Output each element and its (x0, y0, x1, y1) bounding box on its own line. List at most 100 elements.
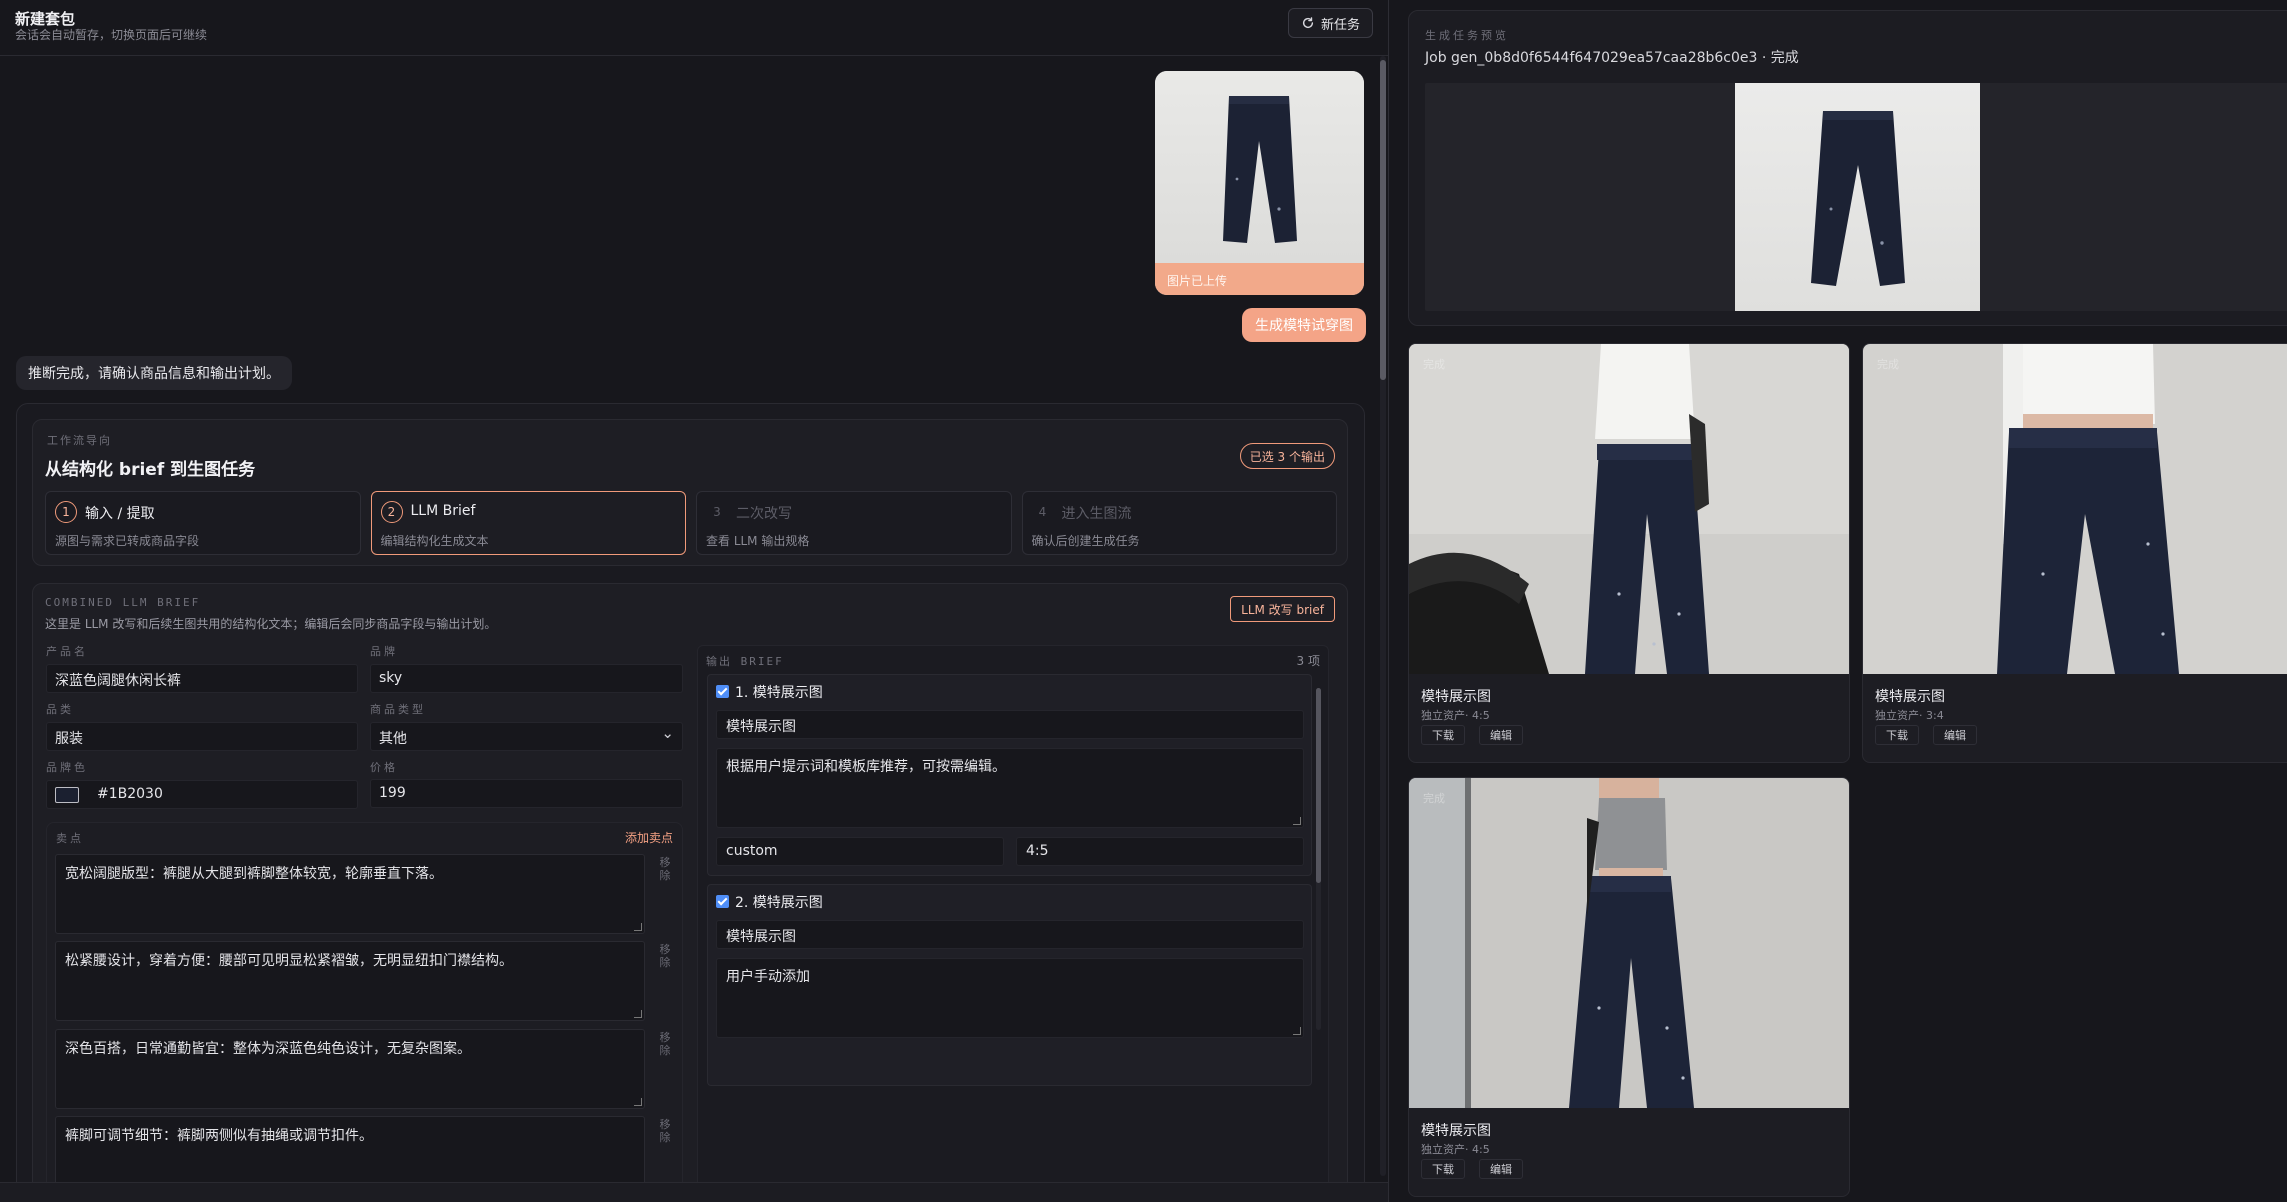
category-input[interactable]: 服装 (46, 722, 358, 751)
workflow-panel: 工作流导向 从结构化 brief 到生图任务 已选 3 个输出 1 输入 / 提… (32, 419, 1348, 566)
remove-selling-point-button[interactable]: 移除 (658, 856, 672, 882)
remove-selling-point-button[interactable]: 移除 (658, 943, 672, 969)
output-list-scrollbar[interactable] (1316, 688, 1321, 1030)
page-subtitle: 会话会自动暂存，切换页面后可继续 (15, 28, 208, 42)
brand-color-label: 品牌色 (46, 761, 88, 774)
step-input-extract[interactable]: 1 输入 / 提取 源图与需求已转成商品字段 (45, 491, 361, 555)
step-llm-brief[interactable]: 2 LLM Brief 编辑结构化生成文本 (370, 491, 686, 555)
output-item-title: 1. 模特展示图 (735, 685, 823, 701)
llm-rewrite-brief-button[interactable]: LLM 改写 brief (1230, 596, 1335, 622)
output-item: 1. 模特展示图 模特展示图 根据用户提示词和模板库推荐，可按需编辑。 cust… (707, 674, 1312, 876)
result-status-tag: 完成 (1423, 792, 1445, 805)
workflow-title: 从结构化 brief 到生图任务 (45, 460, 256, 480)
step-desc: 编辑结构化生成文本 (380, 534, 489, 548)
product-name-input[interactable]: 深蓝色阔腿休闲长裤 (46, 664, 358, 693)
chat-scrollbar-thumb[interactable] (1380, 60, 1386, 380)
preview-kicker: 生成任务预览 (1425, 29, 1509, 42)
edit-button[interactable]: 编辑 (1479, 1159, 1523, 1179)
edit-button[interactable]: 编辑 (1479, 725, 1523, 745)
upload-status: 图片已上传 (1155, 263, 1364, 295)
selected-outputs-badge: 已选 3 个输出 (1239, 443, 1335, 469)
remove-selling-point-button[interactable]: 移除 (658, 1031, 672, 1057)
step-rewrite[interactable]: 3 二次改写 查看 LLM 输出规格 (696, 491, 1012, 555)
chat-pane: 新建套包 会话会自动暂存，切换页面后可继续 新任务 图片已上传 生成模特试穿图 … (0, 0, 1388, 1202)
result-status-tag: 完成 (1877, 358, 1899, 371)
selling-point-textarea[interactable]: 宽松阔腿版型：裤腿从大腿到裤脚整体较宽，轮廓垂直下落。 (55, 854, 645, 934)
edit-button[interactable]: 编辑 (1933, 725, 1977, 745)
composer-edge (0, 1182, 1388, 1202)
output-name-input[interactable]: 模特展示图 (716, 710, 1304, 739)
result-status-tag: 完成 (1423, 358, 1445, 371)
result-card[interactable]: 完成 模特展示图 独立资产· 3:4 下载 编辑 (1862, 343, 2287, 763)
download-button[interactable]: 下载 (1875, 725, 1919, 745)
result-meta: 独立资产· 4:5 (1421, 1143, 1490, 1156)
result-image[interactable] (1409, 344, 1849, 674)
brief-description: 这里是 LLM 改写和后续生图共用的结构化文本；编辑后会同步商品字段与输出计划。 (45, 617, 497, 631)
selling-point-textarea[interactable]: 松紧腰设计，穿着方便：腰部可见明显松紧褶皱，无明显纽扣门襟结构。 (55, 941, 645, 1021)
brief-kicker: COMBINED LLM BRIEF (45, 596, 201, 609)
output-list[interactable]: 1. 模特展示图 模特展示图 根据用户提示词和模板库推荐，可按需编辑。 cust… (703, 674, 1327, 1184)
chat-scrollbar[interactable] (1380, 56, 1386, 1176)
download-button[interactable]: 下载 (1421, 725, 1465, 745)
assistant-message: 推断完成，请确认商品信息和输出计划。 (16, 356, 292, 390)
top-bar: 新建套包 会话会自动暂存，切换页面后可继续 新任务 (0, 0, 1388, 56)
result-title: 模特展示图 (1421, 689, 1491, 705)
step-number: 1 (55, 501, 77, 523)
workflow-steps: 1 输入 / 提取 源图与需求已转成商品字段 2 LLM Brief 编辑结构化… (45, 491, 1337, 555)
preview-stage (1425, 83, 2287, 311)
output-checkbox[interactable] (716, 895, 729, 908)
job-preview-card: 生成任务预览 Job gen_0b8d0f6544f647029ea57caa2… (1408, 10, 2287, 326)
price-input[interactable]: 199 (370, 779, 683, 808)
step-label: 输入 / 提取 (85, 506, 155, 522)
step-generate[interactable]: 4 进入生图流 确认后创建生成任务 (1021, 491, 1337, 555)
selling-points-label: 卖点 (56, 832, 84, 845)
product-type-label: 商品类型 (370, 703, 426, 716)
product-name-label: 产品名 (46, 645, 88, 658)
output-brief-header: 输出 BRIEF (706, 655, 784, 668)
result-meta: 独立资产· 3:4 (1875, 709, 1944, 722)
color-swatch[interactable] (55, 787, 79, 803)
result-image[interactable] (1409, 778, 1849, 1108)
preview-source-photo (1735, 83, 1980, 311)
result-meta: 独立资产· 4:5 (1421, 709, 1490, 722)
generate-tryon-button[interactable]: 生成模特试穿图 (1242, 308, 1366, 342)
output-ratio-input[interactable]: 4:5 (1016, 837, 1304, 866)
result-title: 模特展示图 (1875, 689, 1945, 705)
remove-selling-point-button[interactable]: 移除 (658, 1118, 672, 1144)
selling-point-textarea[interactable]: 深色百搭，日常通勤皆宜：整体为深蓝色纯色设计，无复杂图案。 (55, 1029, 645, 1109)
category-label: 品类 (46, 703, 74, 716)
result-card[interactable]: 完成 模特展示图 独立资产· 4:5 下载 编辑 (1408, 777, 1850, 1197)
new-task-button[interactable]: 新任务 (1287, 8, 1373, 38)
step-label: 二次改写 (736, 506, 792, 522)
uploaded-product-photo (1155, 71, 1364, 263)
workflow-kicker: 工作流导向 (47, 434, 112, 447)
output-checkbox[interactable] (716, 685, 729, 698)
job-status: Job gen_0b8d0f6544f647029ea57caa28b6c0e3… (1425, 50, 1799, 66)
output-prompt-textarea[interactable]: 用户手动添加 (716, 958, 1304, 1038)
brand-label: 品牌 (370, 645, 398, 658)
output-name-input[interactable]: 模特展示图 (716, 920, 1304, 949)
add-selling-point-button[interactable]: 添加卖点 (625, 829, 673, 846)
step-desc: 查看 LLM 输出规格 (706, 534, 810, 548)
brand-color-value: #1B2030 (97, 786, 163, 802)
step-label: 进入生图流 (1061, 506, 1132, 522)
output-mode-input[interactable]: custom (716, 837, 1004, 866)
output-list-scrollbar-thumb[interactable] (1316, 688, 1321, 883)
output-prompt-textarea[interactable]: 根据用户提示词和模板库推荐，可按需编辑。 (716, 748, 1304, 828)
refresh-icon (1301, 16, 1315, 30)
result-image[interactable] (1863, 344, 2287, 674)
output-item: 2. 模特展示图 模特展示图 用户手动添加 (707, 884, 1312, 1086)
brand-color-input[interactable]: #1B2030 (46, 780, 358, 809)
new-task-label: 新任务 (1320, 17, 1360, 33)
product-type-select[interactable]: 其他 (370, 722, 683, 751)
result-title: 模特展示图 (1421, 1123, 1491, 1139)
selling-points-section: 卖点 添加卖点 宽松阔腿版型：裤腿从大腿到裤脚整体较宽，轮廓垂直下落。 移除 松… (46, 822, 683, 1202)
step-number: 4 (1038, 505, 1047, 519)
download-button[interactable]: 下载 (1421, 1159, 1465, 1179)
output-count: 3 项 (1296, 654, 1320, 668)
uploaded-image-card[interactable]: 图片已上传 (1155, 71, 1364, 295)
step-desc: 源图与需求已转成商品字段 (55, 534, 200, 548)
result-card[interactable]: 完成 模特展示图 独立资产· 4:5 下载 编辑 (1408, 343, 1850, 763)
step-number: 3 (713, 505, 721, 519)
brand-input[interactable]: sky (370, 664, 683, 693)
